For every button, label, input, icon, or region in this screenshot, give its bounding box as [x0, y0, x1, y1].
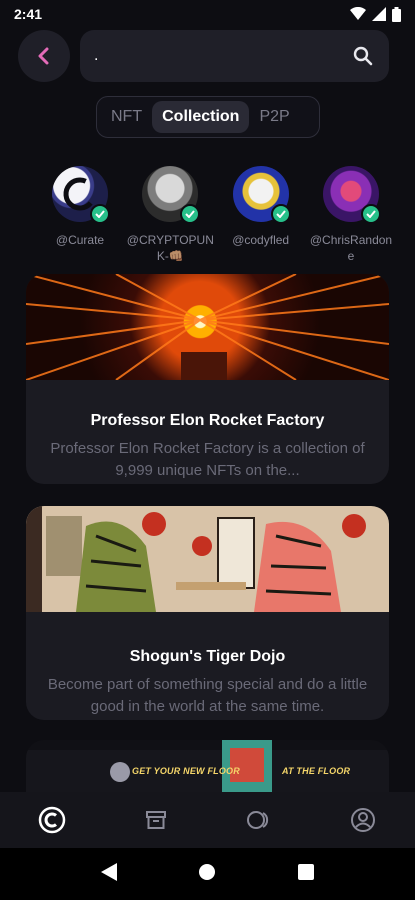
search-input[interactable]	[94, 47, 351, 65]
curate-logo-icon	[38, 806, 66, 834]
wifi-icon	[350, 7, 366, 20]
collection-description: Become part of something special and do …	[47, 676, 368, 715]
category-tabs: NFT Collection P2P	[96, 96, 320, 138]
collection-card[interactable]: Professor Elon Rocket Factory Professor …	[26, 274, 389, 484]
nav-home[interactable]	[32, 800, 72, 840]
nav-profile[interactable]	[343, 800, 383, 840]
creator-name: @CRYPTOPUNK-👊🏽	[126, 233, 214, 263]
avatar	[52, 166, 110, 224]
circle-home-icon	[199, 863, 216, 880]
collection-card[interactable]: Shogun's Tiger Dojo Become part of somet…	[26, 506, 389, 720]
battery-icon	[392, 6, 401, 22]
avatar	[322, 166, 381, 224]
collection-title: Professor Elon Rocket Factory	[90, 412, 325, 429]
verified-icon	[180, 204, 201, 224]
chevron-left-icon	[38, 47, 49, 65]
creator-item[interactable]: @codyfled	[217, 166, 305, 264]
creator-list: @Curate @CRYPTOPUNK-👊🏽 @codyfled @ChrisR…	[36, 166, 395, 264]
status-time: 2:41	[14, 6, 43, 22]
card-body: Shogun's Tiger Dojo Become part of somet…	[26, 648, 389, 718]
back-button[interactable]	[18, 30, 70, 82]
signal-icon	[372, 7, 386, 21]
creator-name: @codyfled	[232, 233, 290, 247]
tab-p2p[interactable]: P2P	[249, 101, 299, 133]
bottom-nav	[0, 792, 415, 848]
verified-icon	[270, 204, 291, 224]
search-icon[interactable]	[351, 44, 375, 68]
status-icons	[350, 6, 401, 22]
collection-image	[26, 274, 389, 380]
creator-item[interactable]: @ChrisRandone	[307, 166, 395, 264]
triangle-back-icon	[100, 862, 117, 881]
system-home-button[interactable]	[198, 863, 216, 886]
collection-rings-icon	[247, 811, 269, 829]
card-body: Professor Elon Rocket Factory Professor …	[26, 412, 389, 482]
creator-name: @ChrisRandone	[309, 233, 393, 263]
system-nav	[0, 848, 415, 900]
search-box[interactable]	[80, 30, 389, 82]
collection-title: Shogun's Tiger Dojo	[129, 648, 286, 665]
archive-icon	[145, 811, 166, 829]
tab-collection[interactable]: Collection	[152, 101, 250, 133]
collection-description: Professor Elon Rocket Factory is a colle…	[50, 440, 365, 479]
nav-archive[interactable]	[136, 800, 176, 840]
collection-image	[26, 506, 389, 612]
creator-name: @Curate	[55, 233, 105, 247]
system-recents-button[interactable]	[298, 863, 315, 885]
avatar	[232, 166, 291, 224]
creator-item[interactable]: @Curate	[36, 166, 124, 264]
system-back-button[interactable]	[100, 862, 117, 886]
nav-collections[interactable]	[239, 800, 279, 840]
avatar	[142, 166, 201, 224]
profile-icon	[351, 808, 376, 832]
creator-item[interactable]: @CRYPTOPUNK-👊🏽	[126, 166, 214, 264]
status-bar: 2:41	[0, 0, 415, 28]
tab-nft[interactable]: NFT	[101, 101, 152, 133]
verified-icon	[360, 204, 381, 224]
banner-text-left: GET YOUR NEW FLOOR	[132, 766, 240, 776]
search-row	[18, 30, 389, 82]
verified-icon	[90, 204, 110, 224]
square-recents-icon	[298, 863, 315, 880]
banner-text-right: AT THE FLOOR	[282, 766, 351, 776]
promo-banner[interactable]: GET YOUR NEW FLOOR AT THE FLOOR	[26, 740, 389, 792]
